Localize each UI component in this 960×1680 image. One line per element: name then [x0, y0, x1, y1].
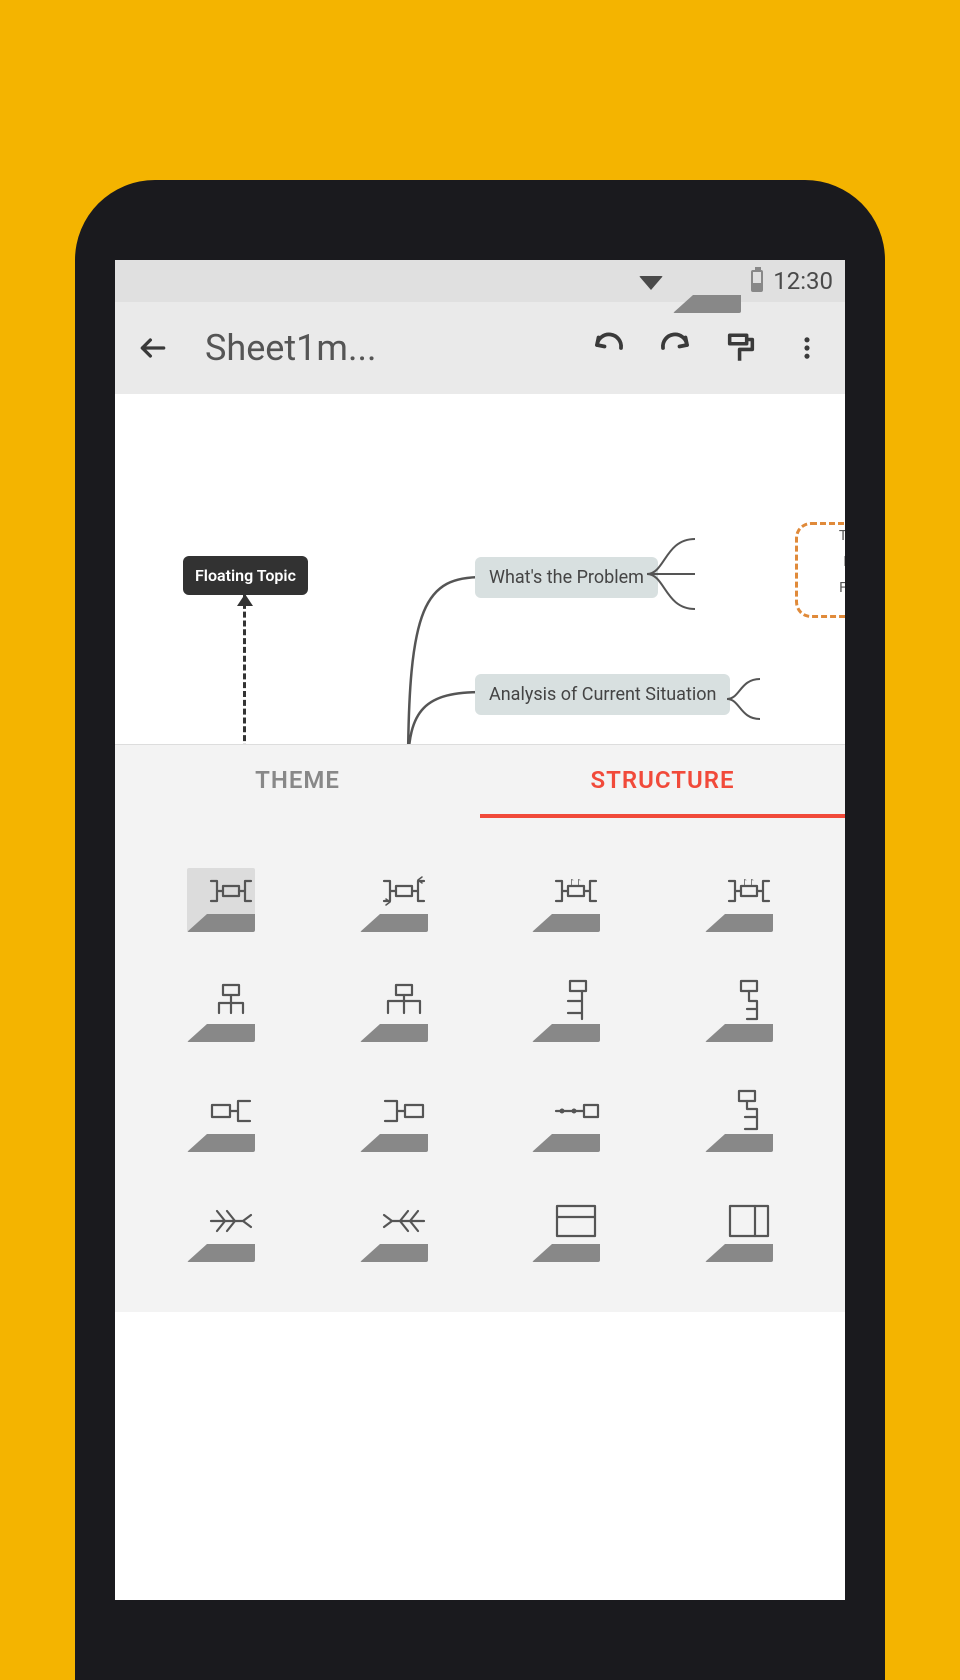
page-title[interactable]: Sheet1m... [199, 327, 563, 369]
mindmap-node[interactable]: Analysis of Current Situation [475, 674, 730, 715]
fishbone-left-icon [207, 1207, 255, 1235]
sensor-dot [646, 205, 670, 229]
mindmap-canvas[interactable]: Floating Topic What's the Problem Analys… [115, 394, 845, 744]
app-bar: Sheet1m... [115, 302, 845, 394]
undo-icon [591, 330, 627, 366]
android-nav-bar [115, 1600, 845, 1680]
relationship-line [243, 594, 246, 744]
tab-structure[interactable]: STRUCTURE [480, 745, 845, 818]
table-row-icon [555, 1204, 597, 1238]
tree-right-icon [558, 979, 594, 1023]
structure-option-map-balanced[interactable] [187, 868, 255, 932]
svg-text:1: 1 [742, 878, 747, 887]
phone-frame: 12:30 Sheet1m... Floating Topic What's t… [75, 180, 885, 1680]
panel-tabs: THEME STRUCTURE [115, 744, 845, 818]
status-bar: 12:30 [115, 260, 845, 302]
structure-option-org-tree-right[interactable] [532, 978, 600, 1042]
format-paint-icon [724, 331, 758, 365]
floating-topic-node[interactable]: Floating Topic [183, 556, 308, 595]
structure-option-spreadsheet-row[interactable] [532, 1198, 600, 1262]
back-icon [137, 332, 169, 364]
svg-text:1: 1 [749, 878, 754, 887]
map-numbered2-icon: 11 [725, 873, 773, 909]
mindmap-node[interactable]: What's the Problem [475, 557, 658, 598]
wifi-icon [639, 276, 663, 290]
nav-recent-icon [710, 1623, 740, 1653]
more-button[interactable] [787, 328, 827, 368]
sensor-dot [255, 205, 279, 229]
back-button[interactable] [133, 328, 173, 368]
more-vert-icon [793, 334, 821, 362]
sensor-dot [295, 205, 319, 229]
battery-icon [751, 270, 763, 292]
map-numbered-icon: 11 [552, 873, 600, 909]
mindmap-subnode[interactable]: Fir [839, 580, 845, 596]
undo-button[interactable] [589, 328, 629, 368]
svg-text:1: 1 [577, 878, 582, 887]
map-balanced-icon [207, 873, 255, 909]
redo-button[interactable] [655, 328, 695, 368]
org-down-icon [211, 981, 251, 1021]
structure-option-org-down-wide[interactable] [360, 978, 428, 1042]
structure-option-fishbone-left[interactable] [187, 1198, 255, 1262]
boundary-outline [795, 522, 845, 618]
structure-option-map-numbered1[interactable]: 11 [532, 868, 600, 932]
structure-option-logic-left[interactable] [360, 1088, 428, 1152]
svg-text:1: 1 [570, 878, 575, 887]
mindmap-subnode[interactable]: Th [839, 528, 845, 544]
org-down-wide-icon [382, 981, 426, 1021]
nav-home-icon [465, 1621, 499, 1655]
structure-option-timeline[interactable] [532, 1088, 600, 1152]
logic-right-icon [208, 1096, 254, 1126]
tab-theme[interactable]: THEME [115, 745, 480, 818]
fishbone-right-icon [380, 1207, 428, 1235]
format-button[interactable] [721, 328, 761, 368]
structure-option-spreadsheet-col[interactable] [705, 1198, 773, 1262]
cell-signal-icon [673, 249, 741, 313]
structure-option-map-numbered2[interactable]: 11 [705, 868, 773, 932]
structure-option-org-down[interactable] [187, 978, 255, 1042]
nav-back-icon [220, 1621, 254, 1655]
nav-back-button[interactable] [220, 1621, 254, 1659]
table-col-icon [728, 1204, 770, 1238]
redo-icon [657, 330, 693, 366]
structure-option-fishbone-right[interactable] [360, 1198, 428, 1262]
map-clockwise-icon [380, 873, 428, 909]
tree-down-icon [731, 1089, 767, 1133]
mindmap-subnode[interactable]: Id [843, 554, 845, 570]
structure-option-logic-right[interactable] [187, 1088, 255, 1152]
clock: 12:30 [773, 267, 833, 295]
nav-recent-button[interactable] [710, 1623, 740, 1657]
tree-right2-icon [731, 979, 767, 1023]
structure-grid: 11 11 [115, 818, 845, 1312]
nav-home-button[interactable] [465, 1621, 499, 1659]
logic-left-icon [381, 1096, 427, 1126]
structure-option-map-clockwise[interactable] [360, 868, 428, 932]
structure-option-tree-down[interactable] [705, 1088, 773, 1152]
structure-option-org-tree-right2[interactable] [705, 978, 773, 1042]
timeline-icon [552, 1099, 600, 1123]
